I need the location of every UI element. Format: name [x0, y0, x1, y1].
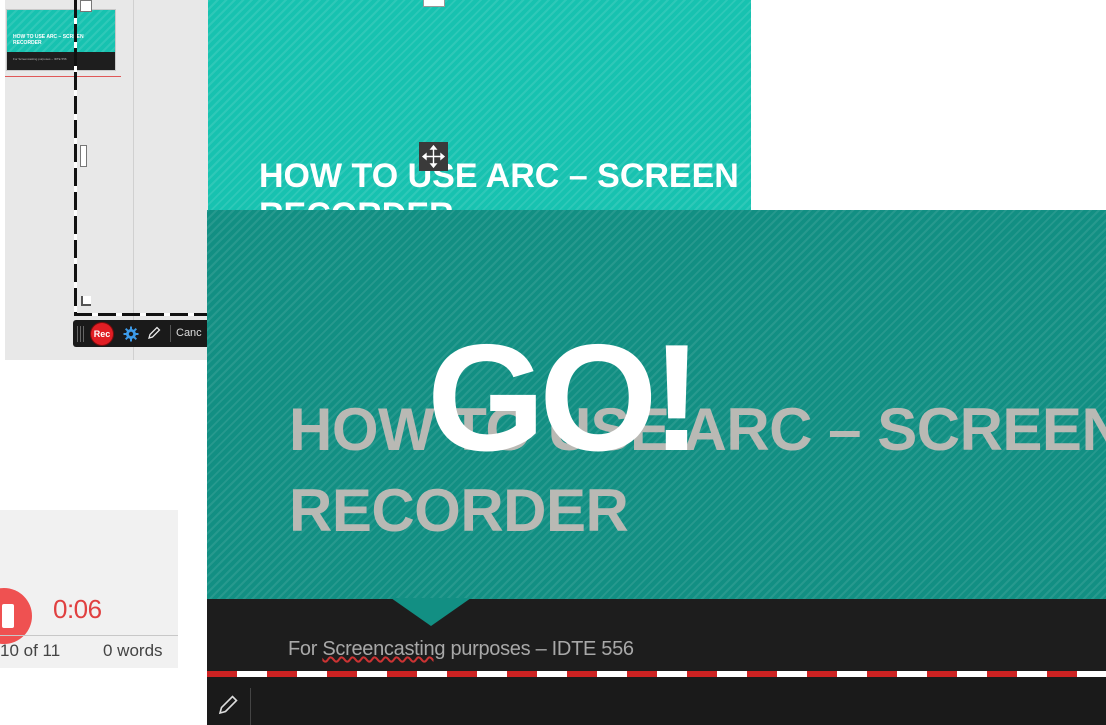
recording-timer: 0:06: [53, 594, 102, 624]
capture-frame-left-edge[interactable]: [74, 0, 77, 316]
status-divider: [0, 635, 178, 636]
toolbar-separator: [170, 325, 171, 342]
slide-notch: [391, 598, 471, 626]
recording-bottom-bar: [207, 677, 1106, 725]
cancel-button[interactable]: Canc: [176, 327, 202, 339]
capture-frame-corner-handle[interactable]: [80, 0, 92, 12]
gear-icon[interactable]: [123, 326, 139, 347]
recorded-slide: HOW TO USE ARC – SCREEN RECORDER GO! For…: [207, 210, 1106, 725]
slide-title-line-1[interactable]: HOW TO USE ARC – SCREEN: [259, 156, 739, 196]
pencil-icon[interactable]: [147, 326, 161, 345]
slide-thumbnail[interactable]: HOW TO USE ARC – SCREEN RECORDER For Scr…: [7, 10, 115, 70]
capture-frame-bottom-edge[interactable]: [74, 313, 208, 316]
resize-handle[interactable]: [423, 0, 445, 7]
subtitle-misspelled-word: Screencasting: [322, 638, 446, 660]
panel-divider: [133, 0, 134, 360]
toolbar-separator: [250, 688, 251, 725]
slide-title-line-1: HOW TO USE ARC – SCREEN: [289, 396, 1106, 463]
subtitle-suffix: purposes – IDTE 556: [445, 638, 634, 660]
recorder-toolbar: Rec Canc: [73, 320, 208, 347]
editor-panel: HOW TO USE ARC – SCREEN RECORDER For Scr…: [5, 0, 208, 360]
slide-edit-view[interactable]: HOW TO USE ARC – SCREEN RECORDER: [208, 0, 751, 212]
capture-frame-corner-handle[interactable]: [81, 296, 91, 306]
stop-bar: [2, 604, 14, 628]
word-count: 0 words: [103, 641, 163, 660]
record-button[interactable]: Rec: [91, 323, 113, 345]
slide-subtitle: For Screencasting purposes – IDTE 556: [288, 638, 634, 661]
status-widget: 0:06 10 of 11 0 words: [0, 510, 178, 668]
thumbnail-footer: [7, 52, 115, 70]
subtitle-prefix: For: [288, 638, 323, 660]
countdown-go-overlay: GO!: [427, 313, 702, 483]
move-icon[interactable]: [419, 142, 448, 171]
pencil-icon[interactable]: [217, 694, 239, 721]
thumbnail-title: HOW TO USE ARC – SCREEN RECORDER: [13, 34, 84, 46]
guide-line: [5, 76, 121, 77]
thumbnail-subtitle: For Screencasting purposes – IDTE 556: [13, 57, 67, 61]
drag-grip-icon[interactable]: [77, 326, 85, 342]
slide-title-line-2: RECORDER: [289, 477, 629, 544]
capture-frame-side-handle[interactable]: [80, 145, 87, 167]
page-count: 10 of 11: [0, 641, 61, 660]
